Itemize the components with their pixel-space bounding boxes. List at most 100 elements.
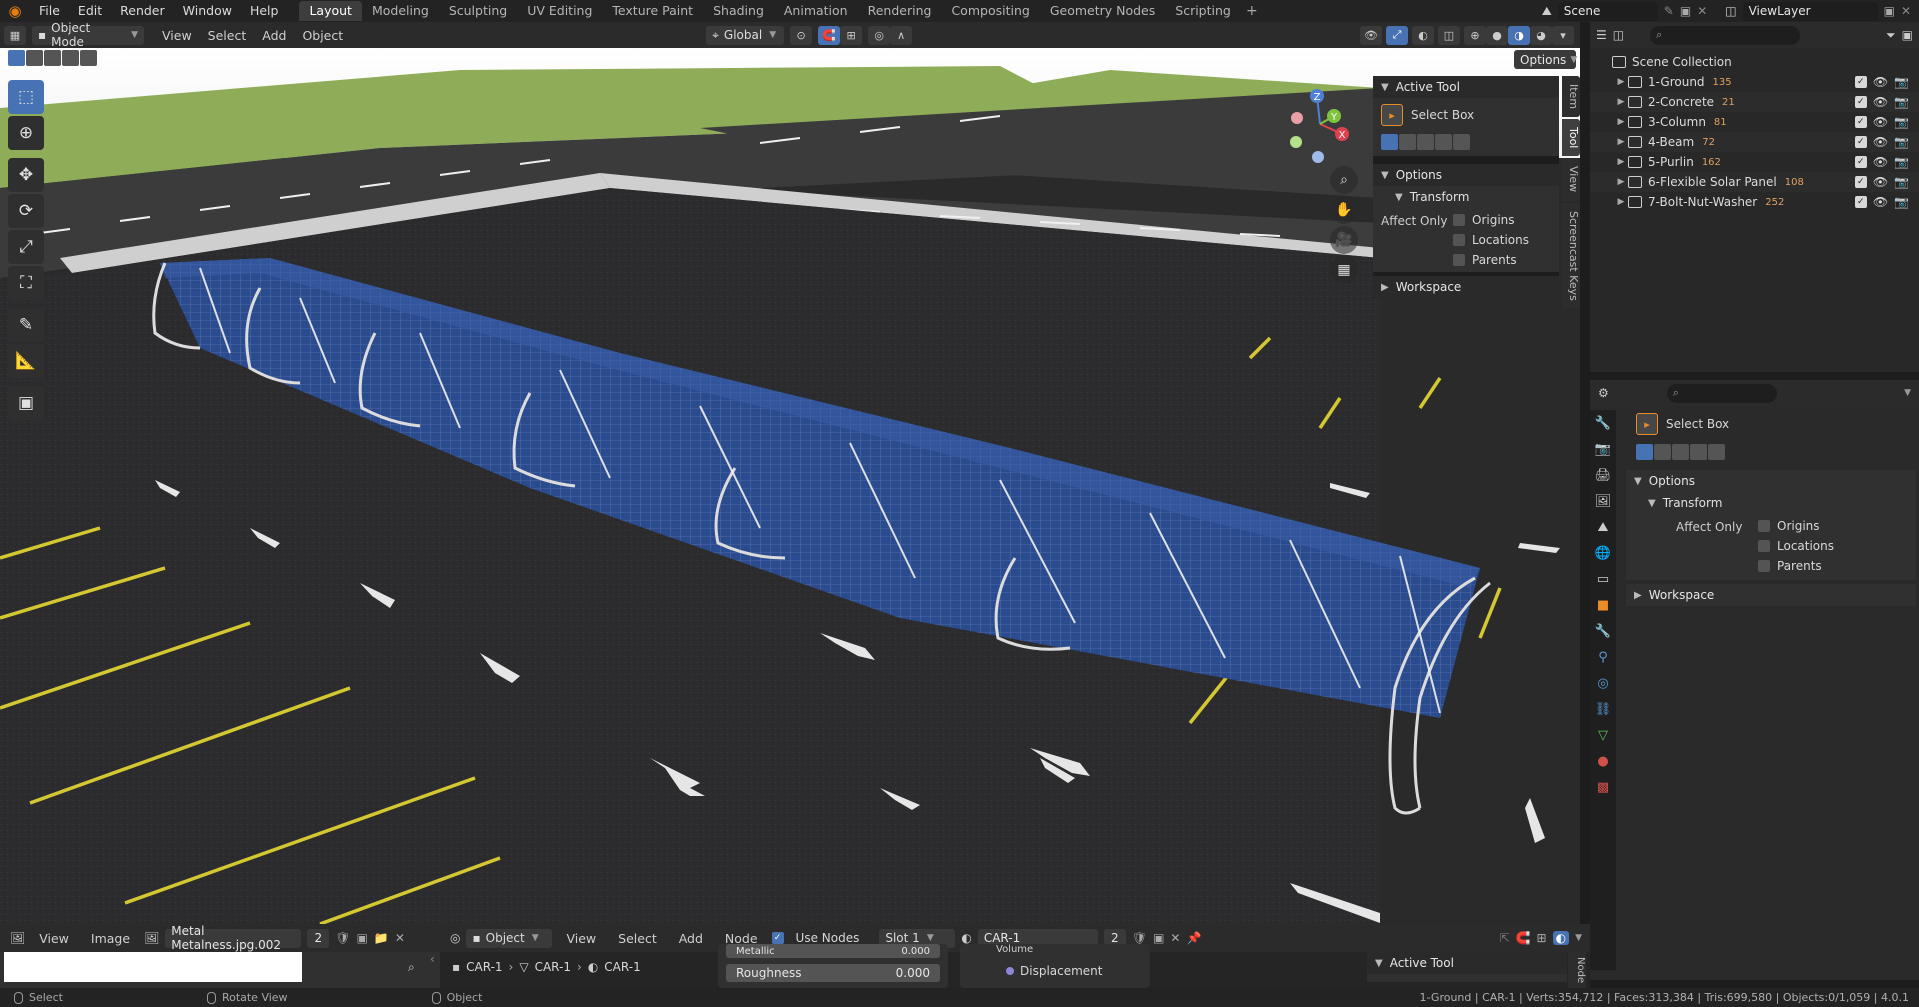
transform-icon[interactable]: ⛶ (8, 266, 44, 300)
xray-icon[interactable]: ◫ (1438, 25, 1460, 45)
mode-dropdown[interactable]: ▪ Object Mode ▼ (32, 21, 144, 49)
particles-tab-icon[interactable]: ⚲ (1590, 644, 1616, 670)
menu-file[interactable]: File (30, 0, 69, 22)
chevron-right-icon[interactable]: ▶ (1614, 157, 1628, 167)
snap-icon[interactable]: 🧲 (1516, 931, 1531, 945)
outliner-row[interactable]: ▶ 5-Purlin 162 ✓ 👁 📷 (1590, 152, 1919, 172)
zoom-icon[interactable]: ⌕ (408, 960, 415, 975)
tab-node[interactable]: Node (1568, 952, 1586, 988)
close-icon[interactable]: ✕ (1170, 931, 1180, 945)
mode-subtract-icon[interactable] (44, 50, 61, 66)
view-layer-tab-icon[interactable]: 🖼 (1590, 488, 1616, 514)
include-checkbox[interactable]: ✓ (1854, 96, 1867, 108)
select-box-icon[interactable]: ⬚ (8, 80, 44, 114)
origins-checkbox[interactable]: Origins (1758, 516, 1834, 536)
select-box-tool-icon[interactable]: ▸ (1381, 104, 1403, 126)
menu-edit[interactable]: Edit (69, 0, 111, 22)
tab-scripting[interactable]: Scripting (1165, 1, 1241, 21)
mode-subtract-icon[interactable] (1417, 134, 1434, 150)
add-cube-icon[interactable]: ▣ (8, 386, 44, 420)
chevron-down-icon[interactable]: ▼ (1904, 388, 1911, 398)
outliner-search-input[interactable]: ⌕ (1650, 25, 1801, 45)
output-tab-icon[interactable]: 🖨 (1590, 462, 1616, 488)
properties-search-input[interactable]: ⌕ (1666, 383, 1777, 403)
tab-screencast-keys[interactable]: Screencast Keys (1562, 202, 1580, 309)
mode-subtract-icon[interactable] (1672, 444, 1689, 460)
constraints-tab-icon[interactable]: ⛓ (1590, 696, 1616, 722)
solid-shading-icon[interactable]: ● (1486, 25, 1508, 45)
options-button[interactable]: Options ▼ (1514, 50, 1577, 69)
image-editor-canvas[interactable]: ⌕ ‹ (0, 952, 440, 988)
data-tab-icon[interactable]: ▽ (1590, 722, 1616, 748)
mode-extend-icon[interactable] (1654, 444, 1671, 460)
mode-set-icon[interactable] (1381, 134, 1398, 150)
mode-invert-icon[interactable] (62, 50, 79, 66)
ortho-grid-icon[interactable]: ▦ (1330, 256, 1358, 284)
scale-icon[interactable]: ⤢ (8, 230, 44, 264)
close-icon[interactable]: ✕ (395, 931, 405, 945)
camera-icon[interactable]: 📷 (1894, 195, 1909, 209)
eye-icon[interactable]: 👁 (1873, 75, 1888, 89)
locations-checkbox[interactable]: Locations (1453, 230, 1529, 250)
menu-select[interactable]: Select (610, 931, 665, 946)
cursor-icon[interactable]: ⊕ (8, 116, 44, 150)
socket-icon[interactable] (1006, 967, 1014, 975)
transform-subheader[interactable]: ▼ Transform (1373, 186, 1559, 208)
image-editor-icon[interactable]: 🖼 (10, 931, 25, 945)
texture-tab-icon[interactable]: ▩ (1590, 774, 1616, 800)
menu-select[interactable]: Select (200, 28, 255, 43)
select-box-tool-icon[interactable]: ▸ (1636, 413, 1658, 435)
tab-compositing[interactable]: Compositing (941, 1, 1039, 21)
eye-icon[interactable]: 👁 (1873, 155, 1888, 169)
tab-sculpting[interactable]: Sculpting (439, 1, 517, 21)
wireframe-shading-icon[interactable]: ⊕ (1464, 25, 1486, 45)
menu-view[interactable]: View (558, 931, 604, 946)
metallic-slider[interactable]: Metallic 0.000 (726, 944, 940, 958)
new-collection-icon[interactable]: ▣ (1902, 28, 1913, 42)
modifier-tab-icon[interactable]: 🔧 (1590, 618, 1616, 644)
tab-layout[interactable]: Layout (299, 1, 362, 21)
blender-logo-icon[interactable]: ◉ (0, 0, 30, 22)
eye-icon[interactable]: 👁 (1873, 115, 1888, 129)
overlay-icon[interactable]: ◐ (1552, 931, 1570, 945)
overlay-icon[interactable]: ◐ (1412, 25, 1434, 45)
properties-editor-icon[interactable]: ⚙ (1598, 386, 1609, 400)
outliner-row[interactable]: ▶ 4-Beam 72 ✓ 👁 📷 (1590, 132, 1919, 152)
fake-user-icon[interactable]: 🛡 (335, 931, 350, 945)
pan-hand-icon[interactable]: ✋ (1330, 196, 1358, 224)
add-workspace-icon[interactable]: + (1241, 3, 1263, 19)
outliner-row[interactable]: ▶ 3-Column 81 ✓ 👁 📷 (1590, 112, 1919, 132)
workspace-header[interactable]: ▶ Workspace (1373, 276, 1559, 298)
delete-view-layer-icon[interactable]: ✕ (1901, 4, 1911, 18)
scene-tab-icon[interactable]: ⛰ (1590, 514, 1616, 540)
eye-icon[interactable]: 👁 (1873, 135, 1888, 149)
active-tool-header[interactable]: ▼ Active Tool (1373, 76, 1559, 98)
tab-animation[interactable]: Animation (774, 1, 858, 21)
parents-checkbox[interactable]: Parents (1758, 556, 1834, 576)
mode-intersect-icon[interactable] (1708, 444, 1725, 460)
menu-view[interactable]: View (31, 931, 77, 946)
parent-node-tree-icon[interactable]: ⇱ (1500, 931, 1510, 945)
tab-rendering[interactable]: Rendering (858, 1, 942, 21)
include-checkbox[interactable]: ✓ (1854, 76, 1867, 88)
filter-icon[interactable]: ⏷ (1886, 28, 1896, 43)
chevron-right-icon[interactable]: ▶ (1614, 97, 1628, 107)
snap-target-icon[interactable]: ⊞ (840, 25, 863, 45)
workspace-header[interactable]: ▶ Workspace (1626, 584, 1916, 606)
camera-view-icon[interactable]: 🎥 (1330, 226, 1358, 254)
collection-tab-icon[interactable]: ▭ (1590, 566, 1616, 592)
material-browse-icon[interactable]: ◐ (961, 931, 971, 945)
view-layer-icon[interactable]: ◫ (1725, 4, 1736, 18)
chevron-right-icon[interactable]: ▶ (1614, 197, 1628, 207)
use-nodes-checkbox[interactable]: ✓ Use Nodes (771, 931, 859, 945)
material-shading-icon[interactable]: ◑ (1508, 25, 1530, 45)
proportional-edit-icon[interactable]: ◎ (868, 25, 891, 45)
tab-uv-editing[interactable]: UV Editing (517, 1, 602, 21)
origins-checkbox[interactable]: Origins (1453, 210, 1529, 230)
annotate-icon[interactable]: ✎ (8, 308, 44, 342)
shading-options-icon[interactable]: ▾ (1552, 25, 1574, 45)
tab-view[interactable]: View (1562, 158, 1580, 201)
tab-tool[interactable]: Tool (1562, 119, 1580, 157)
physics-tab-icon[interactable]: ◎ (1590, 670, 1616, 696)
locations-checkbox[interactable]: Locations (1758, 536, 1834, 556)
